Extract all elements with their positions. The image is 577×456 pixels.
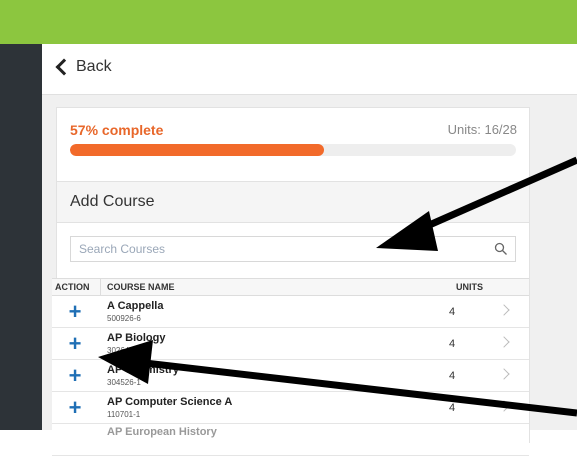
course-code: 500926-6 xyxy=(107,314,141,323)
chevron-right-icon[interactable] xyxy=(498,400,510,412)
search-icon[interactable] xyxy=(494,242,508,256)
chevron-right-icon[interactable] xyxy=(498,368,510,380)
plus-icon[interactable]: + xyxy=(61,332,89,356)
plus-icon[interactable]: + xyxy=(61,300,89,324)
course-name: A Cappella xyxy=(107,300,164,312)
plus-icon[interactable]: + xyxy=(61,364,89,388)
back-button[interactable]: Back xyxy=(55,58,112,76)
course-table: ACTION COURSE NAME UNITS + A Cappella 50… xyxy=(52,278,529,456)
course-code: 110701-1 xyxy=(107,410,141,419)
back-bar: Back xyxy=(42,44,577,95)
course-code: 302647-1 xyxy=(107,346,141,355)
sidebar xyxy=(0,44,42,430)
search-box xyxy=(70,236,516,262)
column-header-action: ACTION xyxy=(55,282,90,292)
add-course-card: Add Course ACTION COURSE NAME UNITS + A … xyxy=(52,181,530,456)
column-header-units: UNITS xyxy=(456,282,483,292)
course-name: AP Chemistry xyxy=(107,364,179,376)
course-name: AP European History xyxy=(107,426,217,438)
course-name: AP Computer Science A xyxy=(107,396,233,408)
progress-bar-fill xyxy=(70,144,325,156)
course-units: 4 xyxy=(449,402,456,414)
table-row[interactable]: AP European History xyxy=(52,424,529,456)
course-units: 4 xyxy=(449,306,456,318)
table-row[interactable]: + AP Biology 302647-1 4 xyxy=(52,328,529,360)
table-header: ACTION COURSE NAME UNITS xyxy=(52,278,529,296)
course-units: 4 xyxy=(449,370,456,382)
main-content: Back 57% complete Units: 16/28 Add Cours… xyxy=(42,44,577,456)
column-header-course-name: COURSE NAME xyxy=(107,282,175,292)
search-input[interactable] xyxy=(71,237,489,261)
table-row[interactable]: + AP Chemistry 304526-1 4 xyxy=(52,360,529,392)
chevron-right-icon[interactable] xyxy=(498,336,510,348)
top-bar xyxy=(0,0,577,44)
progress-bar xyxy=(70,144,516,156)
course-name: AP Biology xyxy=(107,332,166,344)
add-course-title: Add Course xyxy=(70,193,155,210)
progress-percent: 57% complete xyxy=(70,122,164,138)
units-count: Units: 16/28 xyxy=(447,122,517,137)
chevron-right-icon[interactable] xyxy=(498,304,510,316)
column-divider xyxy=(100,279,101,295)
add-course-header: Add Course xyxy=(57,182,529,223)
course-units: 4 xyxy=(449,338,456,350)
table-row[interactable]: + AP Computer Science A 110701-1 4 xyxy=(52,392,529,424)
chevron-left-icon xyxy=(55,58,73,76)
table-row[interactable]: + A Cappella 500926-6 4 xyxy=(52,296,529,328)
back-label: Back xyxy=(76,58,112,75)
course-code: 304526-1 xyxy=(107,378,141,387)
plus-icon[interactable]: + xyxy=(61,396,89,420)
